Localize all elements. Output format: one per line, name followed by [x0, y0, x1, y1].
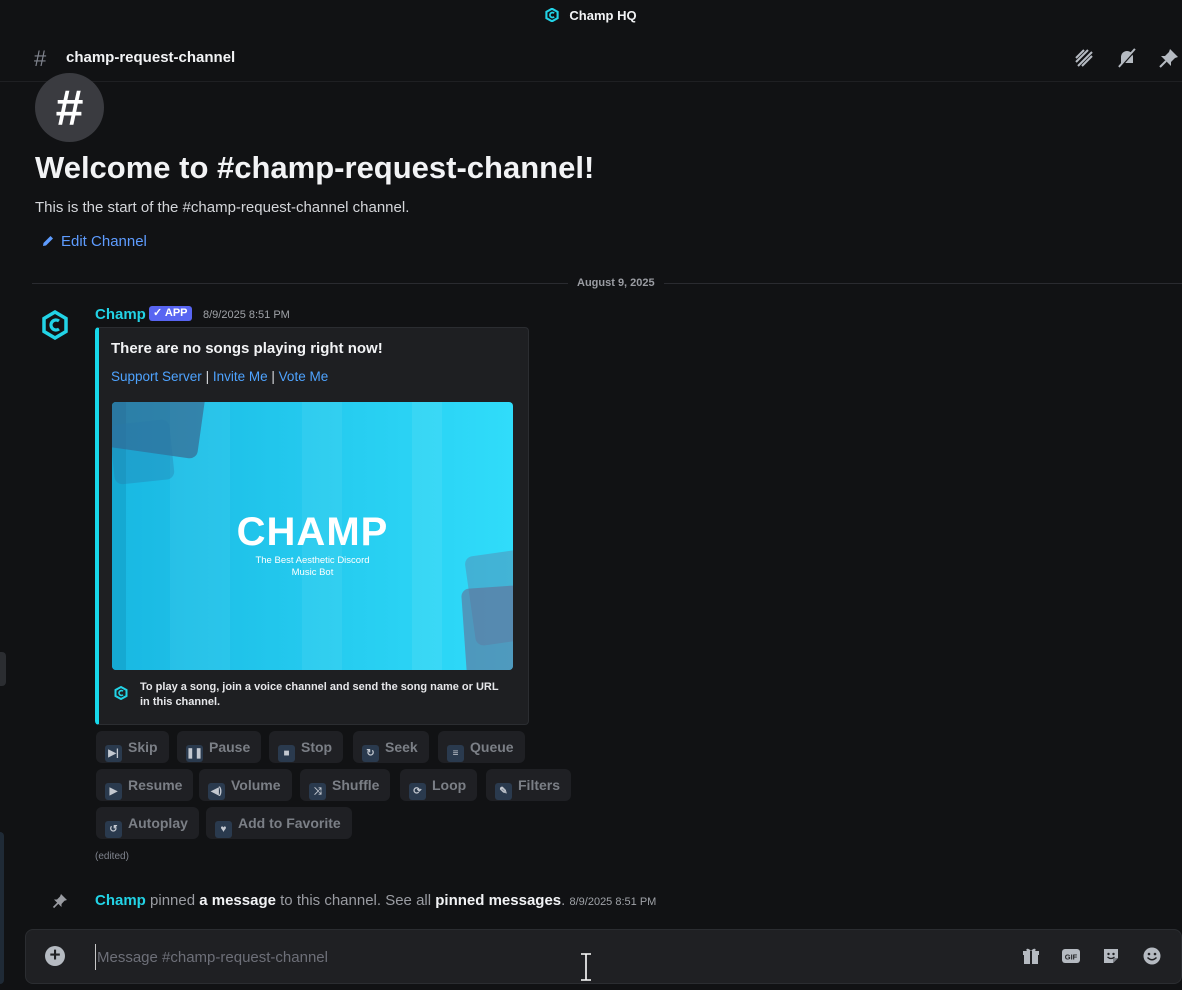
window-title-bar: Champ HQ	[0, 0, 1182, 33]
pinned-messages-link[interactable]: pinned messages	[435, 892, 561, 909]
server-list-sliver-lower	[0, 832, 4, 984]
loop-button-label: Loop	[432, 777, 467, 793]
channel-header: # champ-request-channel	[0, 33, 1182, 82]
stop-icon: ■	[278, 745, 295, 762]
edited-marker: (edited)	[95, 851, 129, 862]
embed-links: Support Server | Invite Me | Vote Me	[111, 369, 328, 384]
seek-icon: ↻	[362, 745, 379, 762]
svg-text:GIF: GIF	[1065, 953, 1078, 962]
banner-tagline: The Best Aesthetic Discord Music Bot	[112, 555, 513, 579]
pinned-message-link[interactable]: a message	[199, 892, 276, 909]
queue-icon: ≡	[447, 745, 464, 762]
champ-footer-icon	[114, 686, 128, 700]
pause-button[interactable]: ❚❚ Pause	[177, 731, 262, 763]
support-server-link[interactable]: Support Server	[111, 369, 202, 384]
pinned-text-3: .	[561, 892, 566, 909]
gift-icon[interactable]	[1021, 946, 1041, 966]
channel-name: champ-request-channel	[66, 49, 236, 66]
queue-button-label: Queue	[470, 739, 514, 755]
pencil-icon	[43, 236, 53, 246]
edit-channel-button[interactable]: Edit Channel	[41, 233, 147, 250]
autoplay-button-label: Autoplay	[128, 815, 188, 831]
resume-button[interactable]: ▶ Resume	[96, 769, 194, 801]
skip-button-label: Skip	[128, 739, 158, 755]
message-input[interactable]	[95, 944, 979, 970]
pinned-message-icon	[52, 894, 67, 909]
stop-button-label: Stop	[301, 739, 333, 755]
channel-hash-icon: #	[34, 46, 47, 71]
shuffle-button[interactable]: ⤨ Shuffle	[300, 769, 391, 801]
volume-button[interactable]: ◀) Volume	[199, 769, 292, 801]
loop-button[interactable]: ⟳ Loop	[400, 769, 478, 801]
banner-tagline-line-1: The Best Aesthetic Discord	[255, 555, 370, 566]
autoplay-icon: ↺	[105, 821, 122, 838]
champ-avatar[interactable]	[40, 310, 70, 340]
window-title-text: Champ HQ	[569, 8, 637, 23]
pin-icon[interactable]	[1158, 47, 1180, 69]
date-divider-label: August 9, 2025	[568, 277, 664, 289]
upload-plus-icon[interactable]: +	[45, 945, 65, 966]
stop-button[interactable]: ■ Stop	[269, 731, 344, 763]
pinned-system-message: Champ pinned a message to this channel. …	[95, 892, 656, 909]
filters-button-label: Filters	[518, 777, 561, 793]
resume-button-label: Resume	[128, 777, 183, 793]
heart-icon: ♥	[215, 821, 232, 838]
link-separator: |	[271, 369, 275, 384]
banner-tagline-line-2: Music Bot	[291, 567, 334, 578]
banner-wordmark: CHAMP	[236, 510, 389, 554]
pinned-text-2: to this channel. See all	[280, 892, 432, 909]
window-title: Champ HQ	[0, 8, 1182, 23]
loop-icon: ⟳	[409, 783, 426, 800]
add-to-favorite-button-label: Add to Favorite	[238, 815, 341, 831]
filters-button[interactable]: ✎ Filters	[486, 769, 572, 801]
gif-icon[interactable]: GIF	[1061, 946, 1081, 966]
pinned-text-1: pinned	[150, 892, 196, 909]
checkmark-icon: ✓	[153, 307, 163, 319]
volume-button-label: Volume	[231, 777, 281, 793]
message-timestamp: 8/9/2025 8:51 PM	[203, 309, 290, 321]
seek-button-label: Seek	[385, 739, 418, 755]
notification-bell-muted-icon[interactable]	[1116, 47, 1138, 69]
shuffle-button-label: Shuffle	[332, 777, 380, 793]
champ-logo-icon	[545, 8, 560, 22]
text-cursor-icon	[581, 953, 591, 981]
shuffle-icon: ⤨	[309, 783, 326, 800]
vote-me-link[interactable]: Vote Me	[279, 369, 329, 384]
embed-title: There are no songs playing right now!	[111, 340, 383, 357]
edit-channel-label: Edit Channel	[61, 233, 147, 250]
sticker-icon[interactable]	[1101, 946, 1121, 966]
app-badge: ✓ APP	[149, 306, 192, 321]
autoplay-button[interactable]: ↺ Autoplay	[96, 807, 199, 839]
embed-banner-image[interactable]: CHAMP The Best Aesthetic Discord Music Bo…	[112, 402, 513, 670]
emoji-icon[interactable]	[1142, 946, 1162, 966]
add-to-favorite-button[interactable]: ♥ Add to Favorite	[206, 807, 352, 839]
message-author[interactable]: Champ	[95, 306, 146, 323]
banner-card-shape	[460, 585, 513, 670]
pinned-author[interactable]: Champ	[95, 892, 146, 909]
queue-button[interactable]: ≡ Queue	[438, 731, 525, 763]
embed-footer-text: To play a song, join a voice channel and…	[140, 681, 499, 708]
play-icon: ▶	[105, 783, 122, 800]
link-separator: |	[205, 369, 210, 384]
channel-welcome-icon: #	[35, 73, 104, 142]
skip-button[interactable]: ▶| Skip	[96, 731, 169, 763]
skip-icon: ▶|	[105, 745, 122, 762]
invite-me-link[interactable]: Invite Me	[213, 369, 268, 384]
pause-button-label: Pause	[209, 739, 251, 755]
banner-card-shape	[112, 419, 175, 485]
threads-icon[interactable]	[1073, 47, 1095, 69]
welcome-subtitle: This is the start of the #champ-request-…	[35, 199, 410, 216]
app-badge-label: APP	[164, 307, 188, 319]
pause-icon: ❚❚	[186, 745, 203, 762]
server-list-sliver	[0, 652, 6, 686]
volume-icon: ◀)	[208, 783, 225, 800]
seek-button[interactable]: ↻ Seek	[353, 731, 429, 763]
welcome-title: Welcome to #champ-request-channel!	[35, 150, 595, 185]
pinned-timestamp: 8/9/2025 8:51 PM	[569, 896, 657, 908]
filters-icon: ✎	[495, 783, 512, 800]
